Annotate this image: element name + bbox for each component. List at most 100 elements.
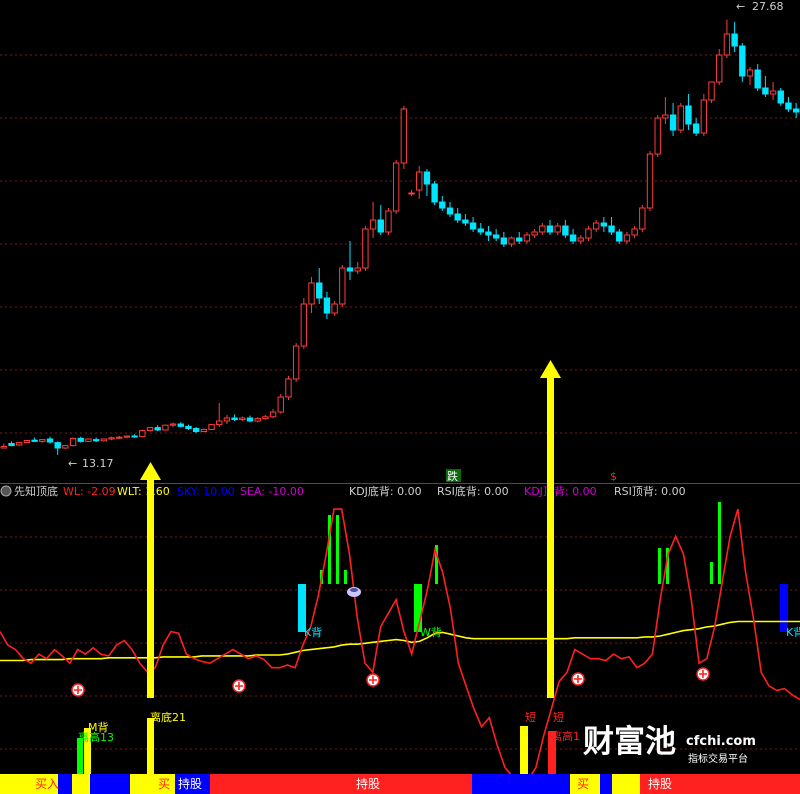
candle <box>669 103 677 136</box>
candle <box>254 417 261 423</box>
candle <box>269 409 277 418</box>
candle <box>546 220 554 235</box>
wlt-line <box>0 620 800 662</box>
candle <box>185 424 192 430</box>
candle <box>162 424 169 431</box>
candle <box>285 376 292 400</box>
plus-marker-icon <box>571 672 585 686</box>
candle <box>554 223 561 235</box>
plus-marker-icon <box>232 679 246 693</box>
from-high-1-label: 离高1 <box>551 729 580 743</box>
candle <box>462 214 469 226</box>
candle <box>392 160 400 214</box>
candle <box>716 49 723 85</box>
candle <box>592 220 600 232</box>
candle <box>531 229 538 238</box>
legend-item: KDJ顶背: 0.00 <box>524 484 597 498</box>
candle <box>123 435 131 439</box>
legend-item: SKY: 10.00 <box>177 485 235 498</box>
candle <box>731 22 738 52</box>
candle <box>408 190 415 196</box>
candle <box>308 277 315 313</box>
status-label: 买 <box>158 777 170 791</box>
candle <box>116 436 123 439</box>
candle <box>100 438 108 442</box>
candle <box>377 205 384 235</box>
status-label: 持股 <box>648 776 672 791</box>
candle <box>277 394 284 414</box>
legend-item: WLT: 1.60 <box>117 485 170 498</box>
candle <box>723 19 731 58</box>
candle <box>785 97 792 112</box>
candle <box>323 292 331 319</box>
candle <box>177 422 184 428</box>
candle <box>231 414 238 421</box>
candle <box>685 94 692 130</box>
candle <box>16 442 23 446</box>
candle <box>423 169 431 196</box>
green-top-bar <box>718 502 721 584</box>
candle <box>708 81 715 103</box>
stock-chart: 27.68 ← ← 13.17 跌 $ 先知顶底 WL: -2.09 WLT: 1… <box>0 0 800 794</box>
candle <box>539 223 546 235</box>
candle <box>746 67 754 85</box>
candle <box>623 232 631 244</box>
candle <box>754 64 761 91</box>
wl-line <box>0 508 800 781</box>
candle <box>262 415 269 420</box>
indicator-settings-icon[interactable] <box>0 485 12 497</box>
candle <box>46 436 54 444</box>
candle <box>739 43 746 82</box>
candle <box>369 202 377 238</box>
k-divergence-bar <box>298 584 306 632</box>
candle <box>562 220 569 238</box>
candle <box>508 236 515 247</box>
candle <box>108 436 115 441</box>
candle <box>23 440 31 444</box>
candle <box>131 434 138 438</box>
candle <box>654 115 661 157</box>
candle <box>454 208 461 223</box>
cross-markers <box>71 667 710 697</box>
candlestick-series <box>0 19 800 455</box>
price-low-label: 13.17 <box>82 457 114 470</box>
status-bar: 买入 买 持股 持股 买 持股 <box>0 774 800 794</box>
candle <box>200 428 208 433</box>
candle <box>292 343 300 382</box>
indicator-legend: WL: -2.09 WLT: 1.60 SKY: 10.00 SEA: -10.00 K… <box>63 484 686 498</box>
plus-marker-icon <box>71 683 85 697</box>
candle <box>192 427 200 433</box>
legend-item: RSI底背: 0.00 <box>437 484 509 498</box>
status-label: 持股 <box>356 776 380 791</box>
candle <box>700 94 708 136</box>
bottom-signal-bar <box>520 726 528 774</box>
candle <box>146 427 154 432</box>
candle <box>500 232 508 247</box>
short-label-1: 短 <box>525 710 536 724</box>
candle <box>331 301 338 316</box>
w-divergence-label: W背 <box>420 625 442 639</box>
candle <box>477 223 484 235</box>
candle <box>400 106 408 169</box>
indicator-title: 先知顶底 <box>14 484 58 498</box>
status-segment <box>612 774 640 794</box>
candle <box>485 226 492 241</box>
candle <box>769 82 777 100</box>
price-low-arrow-icon: ← <box>68 457 77 470</box>
dollar-marker: $ <box>610 470 617 483</box>
fall-marker: 跌 <box>447 469 458 483</box>
status-segment <box>210 774 472 794</box>
plus-marker-icon <box>696 667 710 681</box>
candle <box>8 441 15 447</box>
candle <box>208 424 215 430</box>
candle <box>316 268 323 304</box>
candle <box>223 415 231 424</box>
status-label: 持股 <box>178 776 202 791</box>
candle <box>523 232 531 244</box>
candle <box>608 217 615 235</box>
candle <box>577 235 584 244</box>
candle <box>139 430 146 438</box>
candle <box>54 441 61 455</box>
candle <box>416 166 423 199</box>
candle <box>677 103 684 133</box>
